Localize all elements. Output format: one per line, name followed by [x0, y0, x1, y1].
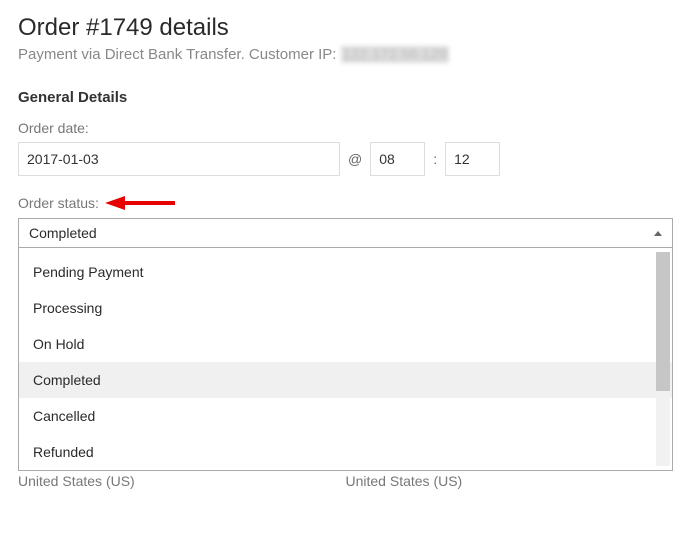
status-option[interactable]: Processing	[19, 290, 672, 326]
annotation-arrow-icon	[105, 194, 175, 212]
order-hour-input[interactable]	[370, 142, 425, 176]
status-option[interactable]: Pending Payment	[19, 254, 672, 290]
order-status-label-text: Order status:	[18, 195, 99, 211]
status-option[interactable]: On Hold	[19, 326, 672, 362]
order-status-select[interactable]: Completed	[18, 218, 673, 248]
order-status-dropdown: Pending PaymentProcessingOn HoldComplete…	[18, 248, 673, 471]
order-minute-input[interactable]	[445, 142, 500, 176]
status-option[interactable]: Completed	[19, 362, 672, 398]
scrollbar-thumb[interactable]	[656, 252, 670, 391]
chevron-up-icon	[654, 231, 662, 236]
status-option[interactable]: Cancelled	[19, 398, 672, 434]
time-separator: :	[433, 151, 437, 167]
at-symbol: @	[348, 151, 362, 167]
billing-country: United States (US)	[18, 473, 346, 489]
customer-ip: 122.172.56.129	[341, 46, 449, 63]
status-option[interactable]: Refunded	[19, 434, 672, 470]
order-date-input[interactable]	[18, 142, 340, 176]
shipping-country: United States (US)	[346, 473, 674, 489]
footer-row: United States (US) United States (US)	[18, 473, 673, 489]
order-date-label: Order date:	[18, 120, 675, 136]
order-status-selected-value: Completed	[29, 225, 97, 241]
payment-subtitle: Payment via Direct Bank Transfer. Custom…	[18, 46, 675, 63]
section-title-general: General Details	[18, 89, 675, 106]
scrollbar[interactable]	[656, 252, 670, 466]
order-date-row: @ :	[18, 142, 675, 176]
payment-text: Payment via Direct Bank Transfer. Custom…	[18, 46, 341, 63]
order-status-label: Order status:	[18, 194, 675, 212]
page-title: Order #1749 details	[18, 14, 675, 42]
